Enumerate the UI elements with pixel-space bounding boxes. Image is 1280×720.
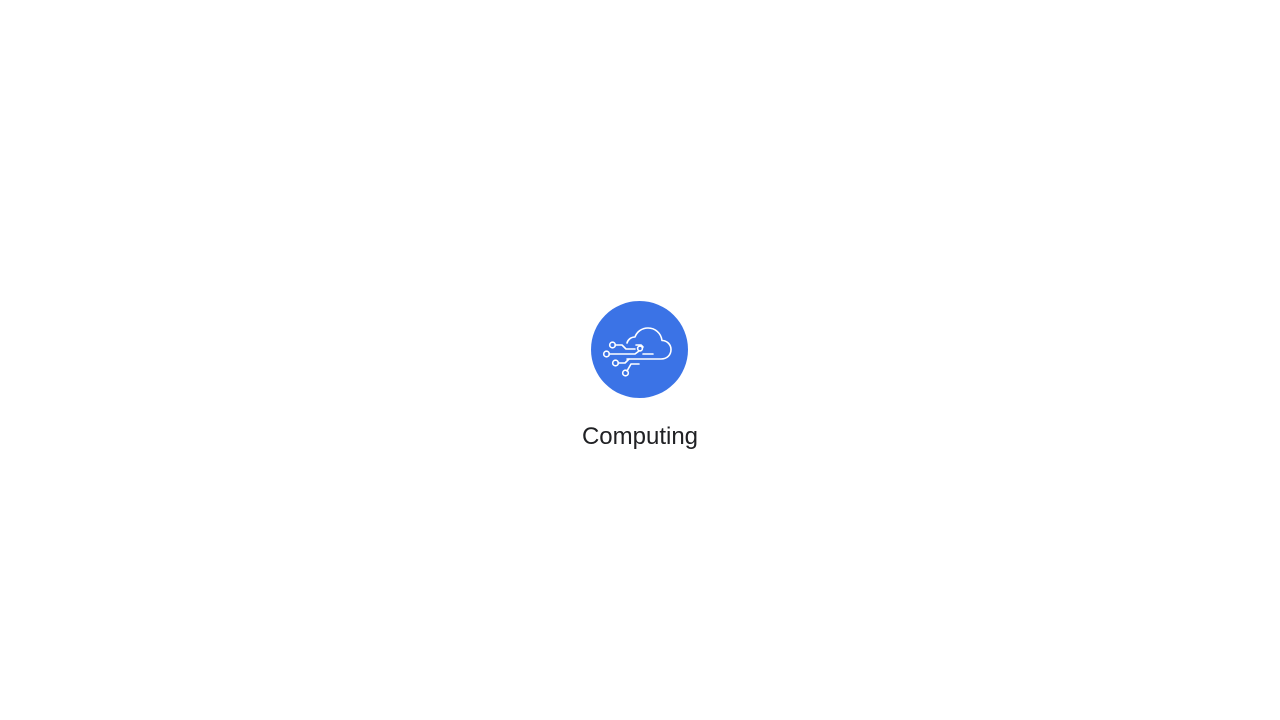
loading-label: Computing	[581, 423, 699, 450]
cloud-circuit-icon	[591, 301, 688, 398]
loading-indicator: Computing	[0, 0, 1280, 720]
loading-screen: Computing	[0, 0, 1280, 720]
